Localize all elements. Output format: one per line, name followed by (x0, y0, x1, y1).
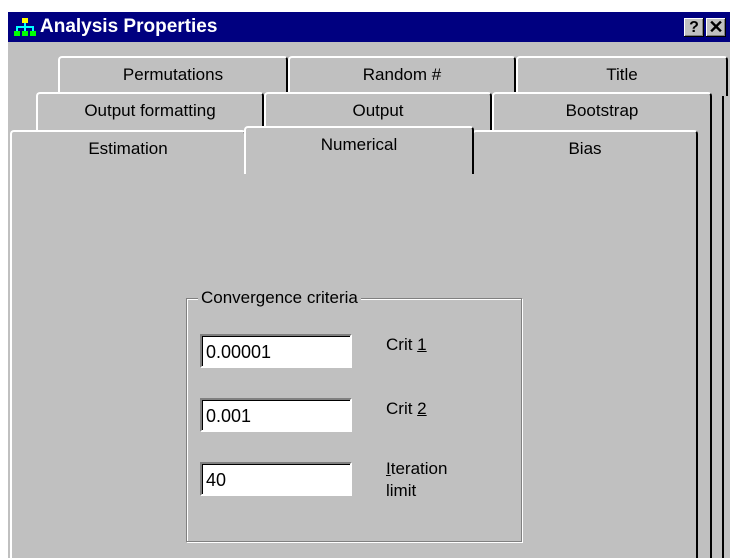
tab-random-number[interactable]: Random # (288, 56, 516, 96)
tab-estimation[interactable]: Estimation (10, 130, 246, 170)
iteration-limit-label: Iteration limit (386, 459, 448, 500)
tab-numerical[interactable]: Numerical (244, 126, 474, 174)
tab-title[interactable]: Title (516, 56, 728, 96)
panel-right-edge (696, 162, 698, 558)
help-button[interactable]: ? (684, 18, 704, 37)
tab-permutations[interactable]: Permutations (58, 56, 288, 96)
tab-stack-edge (722, 74, 724, 558)
group-label: Convergence criteria (198, 288, 361, 308)
tab-stack-edge (710, 112, 712, 558)
crit-1-input[interactable]: 0.00001 (200, 334, 352, 368)
analysis-properties-window: Analysis Properties ? ✕ Permutations Ran… (8, 12, 730, 558)
crit-1-label: Crit 1 (386, 335, 427, 354)
title-bar[interactable]: Analysis Properties ? ✕ (8, 12, 730, 42)
window-title: Analysis Properties (40, 16, 218, 37)
network-icon (14, 17, 36, 38)
tab-bootstrap[interactable]: Bootstrap (492, 92, 712, 132)
iteration-limit-input[interactable]: 40 (200, 462, 352, 496)
tab-output-formatting[interactable]: Output formatting (36, 92, 264, 132)
crit-2-input[interactable]: 0.001 (200, 398, 352, 432)
close-button[interactable]: ✕ (706, 18, 726, 37)
tab-bias[interactable]: Bias (472, 130, 698, 170)
crit-2-label: Crit 2 (386, 399, 427, 418)
